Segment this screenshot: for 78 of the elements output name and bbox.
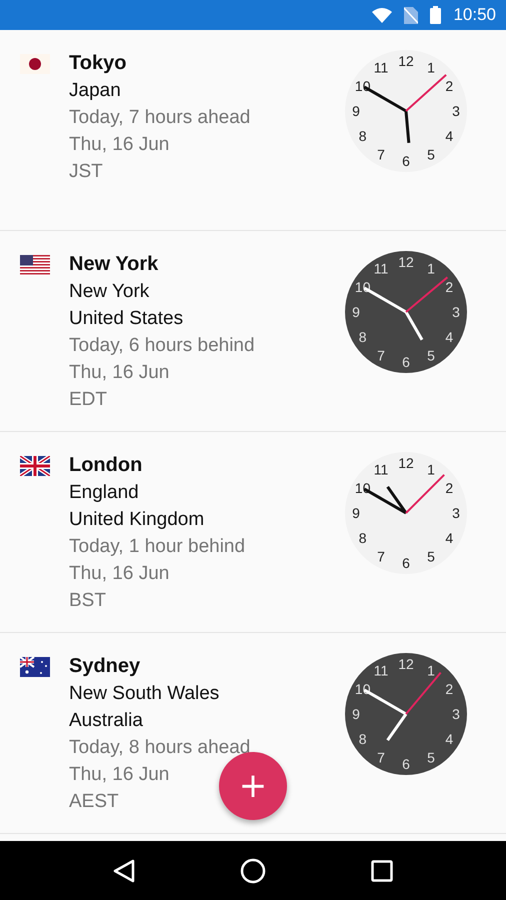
flag-icon [20, 54, 50, 74]
dial-number: 5 [427, 548, 435, 564]
date-label: Thu, 16 Jun [69, 562, 170, 586]
dial-number: 8 [358, 530, 367, 546]
add-button[interactable]: + [219, 752, 287, 820]
dial-number: 1 [427, 60, 435, 76]
place-name: United Kingdom [69, 508, 204, 532]
dial-number: 6 [402, 555, 410, 571]
dial-number: 9 [352, 103, 360, 119]
date-label: Thu, 16 Jun [69, 763, 170, 787]
back-icon[interactable] [112, 858, 135, 882]
dial-number: 12 [398, 53, 414, 69]
dial-number: 5 [427, 749, 435, 766]
dial-number: 11 [374, 462, 388, 478]
dial-number: 3 [452, 706, 460, 722]
place-name: New York [69, 280, 150, 304]
no-sim-icon [404, 6, 418, 24]
dial-number: 11 [374, 60, 388, 76]
status-time: 10:50 [453, 5, 496, 25]
recents-icon[interactable] [371, 860, 394, 882]
dial-number: 5 [427, 347, 435, 364]
wifi-icon [372, 8, 392, 22]
dial-number: 2 [445, 279, 454, 295]
date-label: Thu, 16 Jun [69, 133, 170, 157]
flag-icon [20, 456, 50, 476]
dial-number: 11 [374, 662, 388, 679]
dial-number: 4 [445, 128, 454, 144]
dial-number: 7 [377, 347, 385, 364]
time-zone: JST [69, 160, 103, 184]
dial-number: 1 [427, 260, 435, 277]
dial-number: 8 [358, 731, 367, 747]
dial-number: 11 [374, 260, 388, 277]
dial-number: 9 [352, 505, 360, 521]
dial-number: 2 [445, 681, 454, 697]
dial-number: 5 [427, 146, 435, 162]
time-difference: Today, 1 hour behind [69, 535, 246, 559]
time-zone: AEST [69, 790, 119, 814]
dial-number: 3 [452, 304, 460, 320]
city-name: Sydney [69, 654, 140, 679]
time-zone: BST [69, 589, 106, 613]
dial-number: 2 [445, 480, 454, 496]
dial-number: 12 [398, 254, 414, 270]
dial-number: 6 [402, 153, 410, 169]
city-name: Tokyo [69, 51, 126, 76]
city-name: London [69, 453, 142, 478]
dial-number: 8 [358, 329, 367, 345]
time-difference: Today, 6 hours behind [69, 334, 255, 358]
dial-number: 6 [402, 354, 410, 370]
dial-number: 9 [352, 706, 360, 722]
dial-number: 2 [445, 78, 454, 94]
home-icon[interactable] [240, 858, 266, 884]
dial-number: 1 [427, 462, 435, 478]
place-name: Australia [69, 709, 143, 733]
dial-number: 4 [445, 329, 454, 345]
dial-number: 7 [377, 548, 385, 564]
dial-number: 7 [377, 749, 385, 766]
place-name: United States [69, 307, 184, 331]
battery-icon [430, 6, 442, 24]
dial-number: 4 [445, 530, 454, 546]
dial-number: 4 [445, 731, 454, 747]
dial-number: 1 [427, 662, 435, 679]
dial-number: 12 [398, 656, 414, 672]
dial-number: 3 [452, 103, 460, 119]
place-name: England [69, 481, 139, 505]
time-zone: EDT [69, 388, 107, 412]
dial-number: 6 [402, 756, 410, 772]
dial-number: 9 [352, 304, 360, 320]
place-name: Japan [69, 79, 121, 103]
dial-number: 8 [358, 128, 367, 144]
dial-number: 12 [398, 455, 414, 471]
time-difference: Today, 7 hours ahead [69, 106, 250, 130]
dial-number: 7 [377, 146, 385, 162]
flag-icon [20, 657, 50, 677]
dial-number: 3 [452, 505, 460, 521]
place-name: New South Wales [69, 682, 220, 706]
date-label: Thu, 16 Jun [69, 361, 170, 385]
city-name: New York [69, 252, 158, 277]
flag-icon [20, 255, 50, 275]
